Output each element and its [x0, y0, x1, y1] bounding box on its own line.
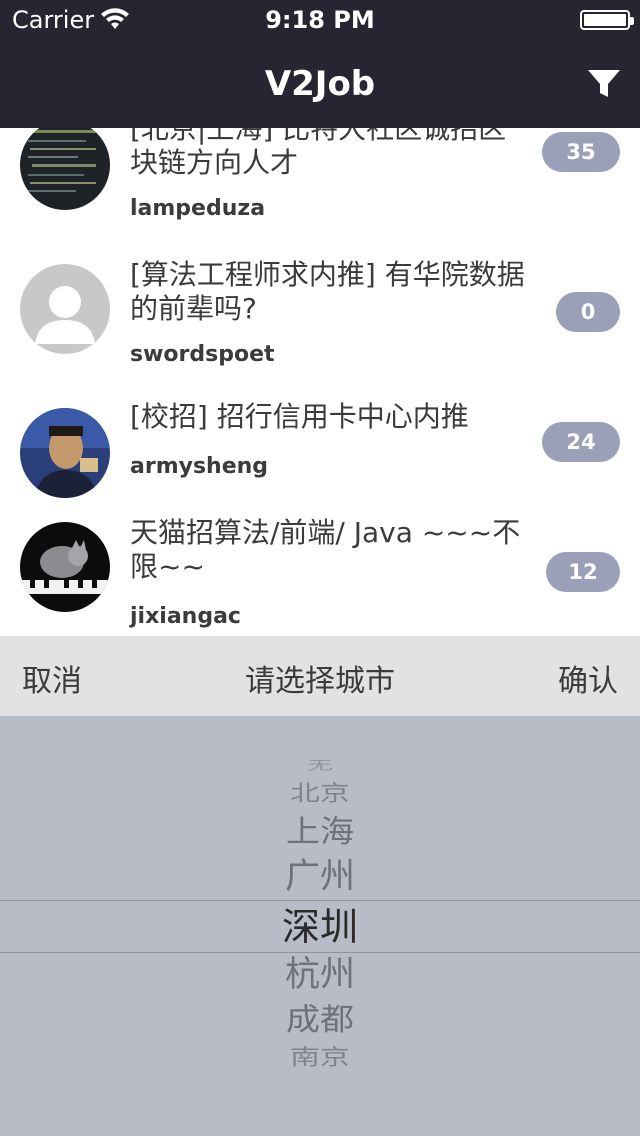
reply-count-badge: 12	[546, 552, 620, 592]
post-title: [校招] 招行信用卡中心内推	[130, 400, 469, 433]
job-list[interactable]: [北京|上海] 比特大社区诚招区块链方向人才 lampeduza 35 [算法工…	[0, 128, 640, 636]
picker-title: 请选择城市	[245, 664, 395, 699]
clock: 9:18 PM	[265, 6, 375, 34]
list-item[interactable]: [北京|上海] 比特大社区诚招区块链方向人才 lampeduza 35	[0, 128, 640, 232]
city-picker[interactable]: 无 北京 上海 广州 深圳 杭州 成都 南京	[0, 716, 640, 1136]
post-title: [北京|上海] 比特大社区诚招区块链方向人才	[130, 128, 530, 180]
avatar	[20, 264, 110, 354]
post-title: [算法工程师求内推] 有华院数据的前辈吗?	[130, 258, 525, 325]
battery-icon	[580, 10, 634, 30]
reply-count-badge: 35	[542, 132, 620, 172]
picker-option[interactable]: 无	[0, 760, 640, 772]
reply-count-badge: 24	[542, 422, 620, 462]
avatar	[20, 408, 110, 498]
avatar	[20, 128, 110, 210]
page-title: V2Job	[264, 64, 376, 104]
post-author: armysheng	[130, 454, 269, 479]
picker-option-selected[interactable]: 深圳	[0, 902, 640, 952]
picker-option[interactable]: 杭州	[0, 954, 640, 996]
picker-option[interactable]: 南京	[0, 1045, 640, 1071]
picker-option[interactable]: 广州	[0, 856, 640, 898]
confirm-button[interactable]: 确认	[558, 656, 618, 700]
post-author: jixiangac	[130, 604, 241, 629]
reply-count-badge: 0	[556, 292, 620, 332]
post-title-text: [北京|上海] 比特大社区诚招区块链方向人才	[130, 128, 507, 179]
list-item[interactable]: [校招] 招行信用卡中心内推 armysheng 24	[0, 396, 640, 506]
list-item[interactable]: 天猫招算法/前端/ Java ~~~不限~~ jixiangac 12	[0, 508, 640, 636]
selection-top-line	[0, 900, 640, 901]
avatar	[20, 522, 110, 612]
picker-option[interactable]: 上海	[0, 814, 640, 850]
picker-option[interactable]: 成都	[0, 1002, 640, 1038]
selection-bottom-line	[0, 952, 640, 953]
list-item[interactable]: [算法工程师求内推] 有华院数据的前辈吗? swordspoet 0	[0, 248, 640, 384]
post-author: lampeduza	[130, 196, 266, 221]
nav-bar: V2Job	[0, 40, 640, 128]
picker-toolbar: 取消 请选择城市 确认	[0, 636, 640, 716]
post-author: swordspoet	[130, 342, 275, 367]
picker-option[interactable]: 北京	[0, 781, 640, 807]
post-title: 天猫招算法/前端/ Java ~~~不限~~	[130, 516, 521, 583]
status-bar: Carrier 9:18 PM	[0, 0, 640, 40]
funnel-icon[interactable]	[584, 64, 624, 104]
